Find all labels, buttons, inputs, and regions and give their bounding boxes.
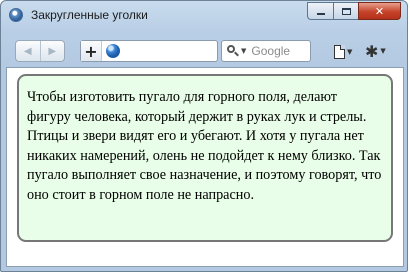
page-menu-button[interactable]: ▼ bbox=[334, 43, 360, 61]
forward-button[interactable]: ▶ bbox=[41, 41, 65, 61]
toolbar: ◀ ▶ + ▼ Google ▼ ✱ ▼ bbox=[7, 35, 403, 65]
maximize-icon bbox=[341, 7, 351, 15]
forward-arrow-icon: ▶ bbox=[48, 45, 57, 57]
search-engine-caret-icon[interactable]: ▼ bbox=[241, 47, 246, 55]
address-bar[interactable]: + bbox=[80, 40, 218, 62]
search-icon[interactable] bbox=[227, 45, 239, 57]
browser-window: Закругленные уголки ✕ ◀ ▶ + ▼ Google ▼ ✱… bbox=[0, 0, 408, 272]
back-arrow-icon: ◀ bbox=[23, 45, 32, 57]
content-paragraph: Чтобы изготовить пугало для горного поля… bbox=[27, 89, 382, 203]
rounded-corner-block: Чтобы изготовить пугало для горного поля… bbox=[17, 74, 393, 242]
page-icon bbox=[334, 45, 345, 59]
search-box[interactable]: ▼ Google bbox=[221, 40, 311, 62]
tools-menu-button[interactable]: ✱ ▼ bbox=[365, 41, 395, 61]
globe-icon bbox=[106, 44, 120, 58]
search-placeholder: Google bbox=[251, 44, 291, 58]
page-menu-caret-icon: ▼ bbox=[347, 48, 353, 56]
window-controls: ✕ bbox=[307, 2, 401, 21]
browser-app-icon bbox=[9, 8, 23, 22]
add-bookmark-button[interactable]: + bbox=[81, 41, 102, 61]
plus-icon: + bbox=[84, 41, 98, 61]
close-button[interactable]: ✕ bbox=[358, 2, 401, 20]
page-viewport: Чтобы изготовить пугало для горного поля… bbox=[6, 67, 404, 267]
nav-buttons: ◀ ▶ bbox=[15, 40, 65, 62]
tools-menu-caret-icon: ▼ bbox=[380, 47, 386, 55]
title-bar: Закругленные уголки ✕ bbox=[1, 1, 407, 31]
close-icon: ✕ bbox=[374, 4, 385, 18]
window-title: Закругленные уголки bbox=[31, 8, 148, 22]
maximize-button[interactable] bbox=[333, 2, 358, 20]
minimize-icon bbox=[316, 13, 325, 15]
back-button[interactable]: ◀ bbox=[16, 41, 41, 61]
gear-icon: ✱ bbox=[365, 41, 379, 61]
minimize-button[interactable] bbox=[307, 2, 333, 20]
